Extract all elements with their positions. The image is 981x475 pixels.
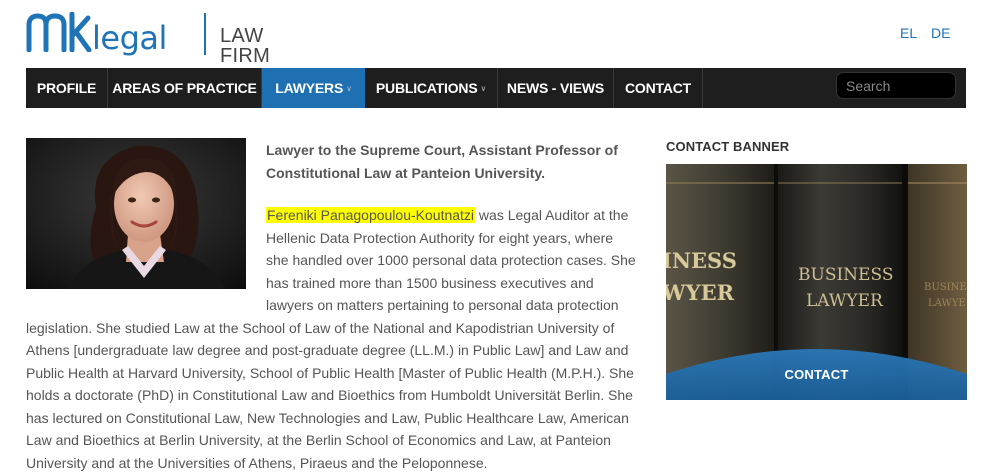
banner-contact-button[interactable]: CONTACT [666,367,967,382]
lawyer-name-highlight: Fereniki Panagopoulou-Koutnatzi [266,207,476,223]
language-link-de[interactable]: DE [931,26,950,40]
nav-item-profile[interactable]: PROFILE [26,68,108,108]
mk-logo-icon [26,12,92,52]
logo-subtitle: LAW FIRM [220,25,271,67]
site-logo[interactable]: legal LAW FIRM [26,10,306,66]
nav-item-label: NEWS - VIEWS [506,80,605,96]
nav-item-label: CONTACT [625,80,691,96]
language-link-el[interactable]: EL [900,26,917,40]
lawyer-subtitle: Lawyer to the Supreme Court, Assistant P… [266,142,618,181]
search-input[interactable] [836,72,956,99]
banner-book-text: BUSINESS [798,265,893,285]
banner-book-text: LAWYE [928,298,966,309]
nav-item-areas-of-practice[interactable]: AREAS OF PRACTICE [108,68,262,108]
nav-item-label: AREAS OF PRACTICE [112,80,257,96]
main-nav: PROFILE AREAS OF PRACTICE LAWYERS ∨ PUBLI… [26,68,966,108]
nav-item-label: LAWYERS [275,80,344,96]
logo-text: legal [92,19,167,57]
contact-banner-title: CONTACT BANNER [666,139,790,154]
nav-item-lawyers[interactable]: LAWYERS ∨ [262,68,365,108]
bio-float-spacer [26,204,266,316]
nav-item-publications[interactable]: PUBLICATIONS ∨ [365,68,498,108]
contact-banner[interactable]: INESS WYER BUSINESS LAWYER BUSINE LAWYE … [666,164,967,400]
banner-book-text: LAWYER [806,291,884,311]
logo-divider [204,13,206,55]
banner-book-text: BUSINE [924,282,967,293]
chevron-down-icon: ∨ [480,84,487,93]
lawyer-bio: Fereniki Panagopoulou-Koutnatzi was Lega… [26,204,638,474]
chevron-down-icon: ∨ [346,84,352,93]
banner-book-text: INESS [666,248,737,273]
nav-item-label: PUBLICATIONS [375,80,478,96]
nav-item-label: PROFILE [36,80,97,96]
nav-item-news-views[interactable]: NEWS - VIEWS [498,68,614,108]
banner-book-text: WYER [666,280,735,305]
nav-item-contact[interactable]: CONTACT [614,68,703,108]
